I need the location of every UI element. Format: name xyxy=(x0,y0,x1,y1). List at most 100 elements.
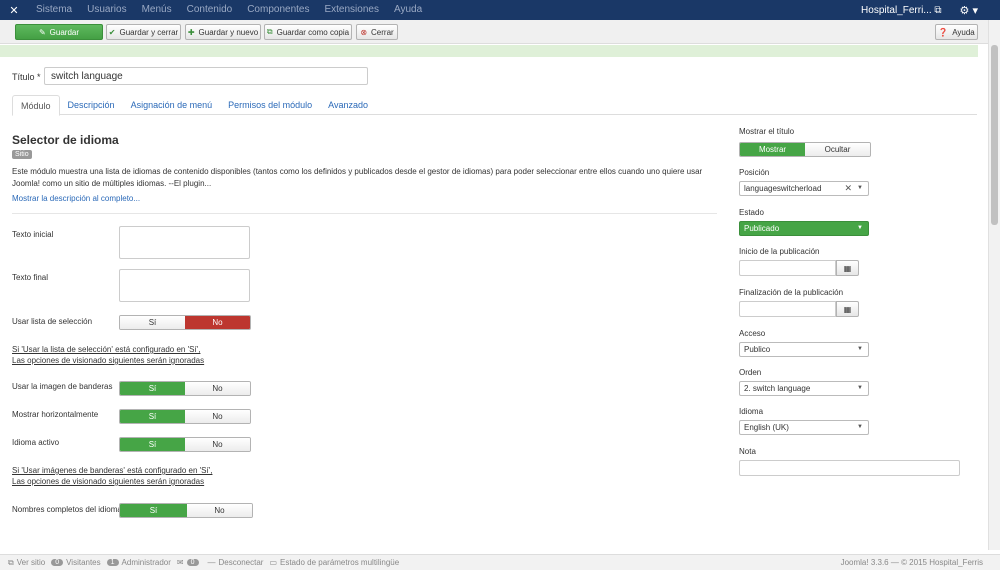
close-button[interactable]: ⊗ Cerrar xyxy=(356,24,398,40)
save-copy-button[interactable]: ⧉ Guardar como copia xyxy=(264,24,352,40)
menu-extensiones[interactable]: Extensiones xyxy=(316,0,385,20)
tab-descripcion[interactable]: Descripción xyxy=(60,95,123,114)
posttext-textarea[interactable] xyxy=(119,269,250,302)
full-name-toggle: Sí No xyxy=(119,503,253,518)
order-label: Orden xyxy=(739,368,762,377)
comment-icon: ▭ xyxy=(269,558,277,567)
messages-count-badge: 0 xyxy=(186,559,199,566)
copy-icon: ⧉ xyxy=(266,27,273,36)
tab-permisos[interactable]: Permisos del módulo xyxy=(220,95,320,114)
save-close-button[interactable]: ✔ Guardar y cerrar xyxy=(106,24,181,40)
plus-icon: ✚ xyxy=(187,27,195,37)
visitors-count-badge: 0 xyxy=(51,559,64,566)
active-label: Idioma activo xyxy=(12,438,60,447)
dropdown-note-line2: Las opciones de visionado siguientes ser… xyxy=(12,356,205,365)
toolbar: ✎ Guardar ✔ Guardar y cerrar ✚ Guardar y nu… xyxy=(0,20,1000,44)
dropdown-no-button[interactable]: No xyxy=(185,316,250,329)
save-new-button[interactable]: ✚ Guardar y nuevo xyxy=(185,24,261,40)
position-value: languageswitcherload xyxy=(744,184,822,193)
menu-ayuda[interactable]: Ayuda xyxy=(386,0,429,20)
logout-link[interactable]: — Desconectar xyxy=(208,558,264,567)
active-yes-button[interactable]: Sí xyxy=(120,438,185,451)
note-input[interactable] xyxy=(739,460,960,476)
order-select[interactable]: 2. switch language ▼ xyxy=(739,381,869,396)
inline-yes-button[interactable]: Sí xyxy=(120,410,185,423)
module-description: Este módulo muestra una lista de idiomas… xyxy=(12,167,703,188)
title-label: Título * xyxy=(12,72,41,82)
full-name-yes-button[interactable]: Sí xyxy=(120,504,187,517)
position-select[interactable]: languageswitcherload ✕ ▼ xyxy=(739,181,869,196)
show-title-hide-button[interactable]: Ocultar xyxy=(805,143,870,156)
publish-up-label: Inicio de la publicación xyxy=(739,247,820,256)
topnav-right: Hospital_Ferri... ⧉ ⚙ ▾ xyxy=(861,0,1000,20)
state-select[interactable]: Publicado ▼ xyxy=(739,221,869,236)
admin-label: Administrador xyxy=(121,558,171,567)
external-link-icon: ⧉ xyxy=(8,557,14,567)
menu-componentes[interactable]: Componentes xyxy=(239,0,316,20)
admin-count-badge: 1 xyxy=(106,559,119,566)
multilang-status-link[interactable]: ▭ Estado de parámetros multilingüe xyxy=(269,558,399,567)
calendar-icon[interactable]: ▦ xyxy=(836,301,859,317)
publish-down-label: Finalización de la publicación xyxy=(739,288,844,297)
scrollbar-thumb[interactable] xyxy=(991,45,998,225)
help-button[interactable]: ❓ Ayuda xyxy=(935,24,978,40)
calendar-icon[interactable]: ▦ xyxy=(836,260,859,276)
full-name-no-button[interactable]: No xyxy=(187,504,252,517)
messages-indicator[interactable]: ✉ 0 xyxy=(177,558,202,567)
access-label: Acceso xyxy=(739,329,766,338)
show-title-show-button[interactable]: Mostrar xyxy=(740,143,805,156)
posttext-label: Texto final xyxy=(12,273,49,282)
close-label: Cerrar xyxy=(371,27,394,37)
full-name-label: Nombres completos del idioma xyxy=(12,505,122,514)
site-name: Hospital_Ferri... xyxy=(861,4,932,16)
image-label: Usar la imagen de banderas xyxy=(12,382,113,391)
pretext-label: Texto inicial xyxy=(12,230,54,239)
inline-no-button[interactable]: No xyxy=(185,410,250,423)
publish-up-input[interactable] xyxy=(739,260,836,276)
chevron-down-icon: ▼ xyxy=(857,385,863,391)
active-toggle: Sí No xyxy=(119,437,251,452)
image-no-button[interactable]: No xyxy=(185,382,250,395)
user-menu-gear-icon[interactable]: ⚙ ▾ xyxy=(960,4,978,17)
menu-sistema[interactable]: Sistema xyxy=(28,0,79,20)
top-navbar: ✕ Sistema Usuarios Menús Contenido Compo… xyxy=(0,0,1000,20)
view-site-link[interactable]: ⧉ Ver sitio xyxy=(8,558,45,568)
page-scrollbar[interactable] xyxy=(988,20,1000,550)
menu-usuarios[interactable]: Usuarios xyxy=(79,0,133,20)
check-icon: ✔ xyxy=(108,27,116,37)
dropdown-label: Usar lista de selección xyxy=(12,317,93,326)
divider xyxy=(12,213,717,214)
tab-asignacion-menu[interactable]: Asignación de menú xyxy=(123,95,221,114)
menu-contenido[interactable]: Contenido xyxy=(179,0,240,20)
save-close-label: Guardar y cerrar xyxy=(119,27,179,37)
save-label: Guardar xyxy=(49,27,80,37)
menu-menus[interactable]: Menús xyxy=(134,0,179,20)
tab-modulo[interactable]: Módulo xyxy=(12,95,60,116)
visitors-label: Visitantes xyxy=(66,558,101,567)
dropdown-toggle: Sí No xyxy=(119,315,251,330)
message-bar xyxy=(0,45,978,57)
dropdown-note-line1: Si 'Usar la lista de selección' está con… xyxy=(12,345,201,354)
chevron-down-icon: ▼ xyxy=(857,424,863,430)
save-button[interactable]: ✎ Guardar xyxy=(15,24,103,40)
image-note: Si 'Usar imágenes de banderas' está conf… xyxy=(12,465,212,487)
language-label: Idioma xyxy=(739,407,764,416)
clear-icon[interactable]: ✕ xyxy=(844,182,852,195)
language-select[interactable]: English (UK) ▼ xyxy=(739,420,869,435)
inline-toggle: Sí No xyxy=(119,409,251,424)
pretext-textarea[interactable] xyxy=(119,226,250,259)
show-full-description-link[interactable]: Mostrar la descripción al completo... xyxy=(12,194,140,203)
image-yes-button[interactable]: Sí xyxy=(120,382,185,395)
active-no-button[interactable]: No xyxy=(185,438,250,451)
joomla-logo-icon[interactable]: ✕ xyxy=(0,0,28,20)
logout-label: Desconectar xyxy=(218,558,264,567)
show-title-toggle: Mostrar Ocultar xyxy=(739,142,871,157)
tab-avanzado[interactable]: Avanzado xyxy=(320,95,376,114)
title-input[interactable] xyxy=(44,67,368,85)
dropdown-yes-button[interactable]: Sí xyxy=(120,316,185,329)
multilang-label: Estado de parámetros multilingüe xyxy=(280,558,400,567)
access-select[interactable]: Publico ▼ xyxy=(739,342,869,357)
site-link[interactable]: Hospital_Ferri... ⧉ xyxy=(861,5,942,16)
state-value: Publicado xyxy=(744,224,780,233)
publish-down-input[interactable] xyxy=(739,301,836,317)
